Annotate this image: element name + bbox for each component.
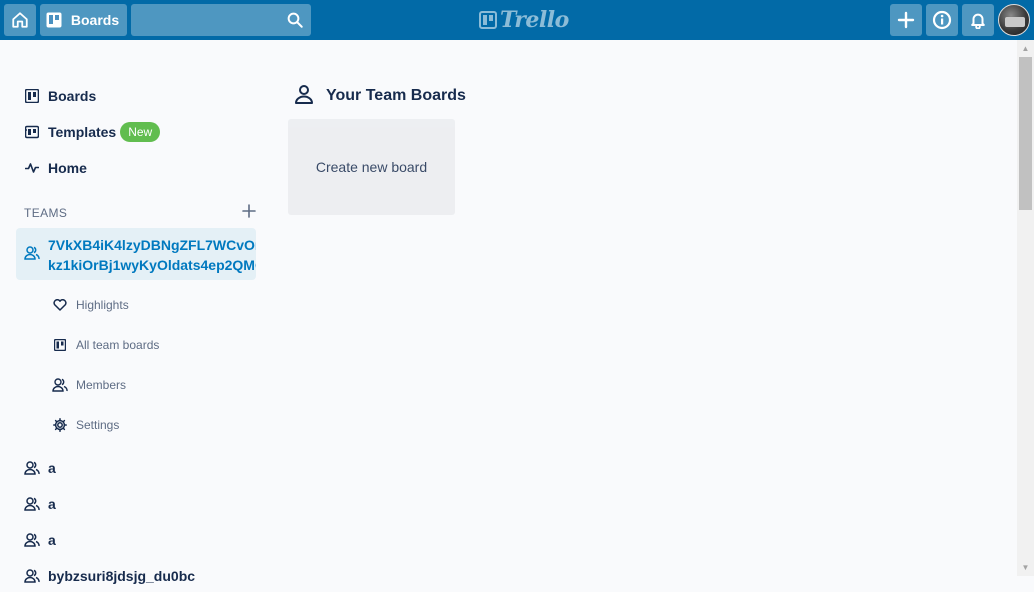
team-menu-members[interactable]: Members xyxy=(44,369,256,401)
new-badge: New xyxy=(120,122,161,142)
team-menu-label: Members xyxy=(76,378,127,392)
notifications-button[interactable] xyxy=(962,4,994,36)
members-icon xyxy=(24,246,40,265)
home-button[interactable] xyxy=(4,4,36,36)
team-label: a xyxy=(48,460,56,476)
team-name-line2: kz1kiOrBj1wyKyOldats4ep2QMC xyxy=(48,257,256,273)
gear-icon xyxy=(52,418,68,432)
board-icon xyxy=(46,12,62,28)
heart-icon xyxy=(52,299,68,311)
teams-header: TEAMS xyxy=(24,203,256,223)
team-label: bybzsuri8jdsjg_du0bc xyxy=(48,568,196,584)
boards-button[interactable]: Boards xyxy=(40,4,127,36)
sidebar-team-item[interactable]: a xyxy=(16,452,256,484)
team-menu-all-boards[interactable]: All team boards xyxy=(44,329,256,361)
teams-label: TEAMS xyxy=(24,206,68,220)
sidebar-item-templates[interactable]: Templates New xyxy=(16,116,256,148)
info-button[interactable] xyxy=(926,4,958,36)
vertical-scrollbar[interactable]: ▲ ▼ xyxy=(1017,40,1034,576)
info-icon xyxy=(932,10,952,30)
section-title: Your Team Boards xyxy=(294,84,466,108)
search-icon[interactable] xyxy=(286,11,304,34)
sidebar-team-item[interactable]: a xyxy=(16,524,256,556)
avatar[interactable] xyxy=(998,4,1030,36)
members-icon xyxy=(24,569,40,583)
scroll-down-arrow-icon[interactable]: ▼ xyxy=(1017,559,1034,576)
trello-logo-icon xyxy=(479,11,497,29)
section-title-text: Your Team Boards xyxy=(326,87,466,104)
team-label: a xyxy=(48,496,56,512)
team-name-line1: 7VkXB4iK4lzyDBNgZFL7WCvOr xyxy=(48,237,256,253)
sidebar-item-boards[interactable]: Boards xyxy=(16,80,256,112)
members-icon xyxy=(24,497,40,511)
team-menu-highlights[interactable]: Highlights xyxy=(44,289,256,321)
board-icon xyxy=(52,339,68,351)
search-input[interactable] xyxy=(131,4,311,36)
plus-icon xyxy=(897,11,915,29)
sidebar-item-label: Home xyxy=(48,160,87,176)
sidebar-item-label: Boards xyxy=(48,88,97,104)
board-icon xyxy=(24,88,40,104)
scroll-up-arrow-icon[interactable]: ▲ xyxy=(1017,40,1034,57)
members-icon xyxy=(24,461,40,475)
members-icon xyxy=(24,533,40,547)
logo-text: Trello xyxy=(500,7,569,33)
template-icon xyxy=(24,124,40,140)
top-header: Boards Trello xyxy=(0,0,1034,40)
sidebar-team-active[interactable]: 7VkXB4iK4lzyDBNgZFL7WCvOr kz1kiOrBj1wyKy… xyxy=(16,228,256,280)
activity-icon xyxy=(24,160,40,176)
home-icon xyxy=(12,12,28,28)
team-name: 7VkXB4iK4lzyDBNgZFL7WCvOr kz1kiOrBj1wyKy… xyxy=(48,235,256,275)
team-menu-settings[interactable]: Settings xyxy=(44,409,256,441)
scrollbar-thumb[interactable] xyxy=(1019,57,1032,210)
sidebar-team-item[interactable]: bybzsuri8jdsjg_du0bc xyxy=(16,560,256,592)
boards-button-label: Boards xyxy=(70,12,120,28)
sidebar-item-label: Templates xyxy=(48,124,117,140)
create-new-board-tile[interactable]: Create new board xyxy=(288,119,455,215)
team-menu-label: All team boards xyxy=(76,338,160,352)
search-box[interactable] xyxy=(131,4,311,36)
bell-icon xyxy=(971,13,985,29)
team-menu-label: Highlights xyxy=(76,298,129,312)
person-icon xyxy=(294,84,314,109)
sidebar-item-home[interactable]: Home xyxy=(16,152,256,184)
trello-logo[interactable]: Trello xyxy=(479,7,569,33)
create-button[interactable] xyxy=(890,4,922,36)
members-icon xyxy=(52,378,68,392)
sidebar-team-item[interactable]: a xyxy=(16,488,256,520)
team-menu-label: Settings xyxy=(76,418,120,432)
plus-icon xyxy=(242,203,256,218)
team-label: a xyxy=(48,532,56,548)
add-team-button[interactable] xyxy=(242,203,256,223)
